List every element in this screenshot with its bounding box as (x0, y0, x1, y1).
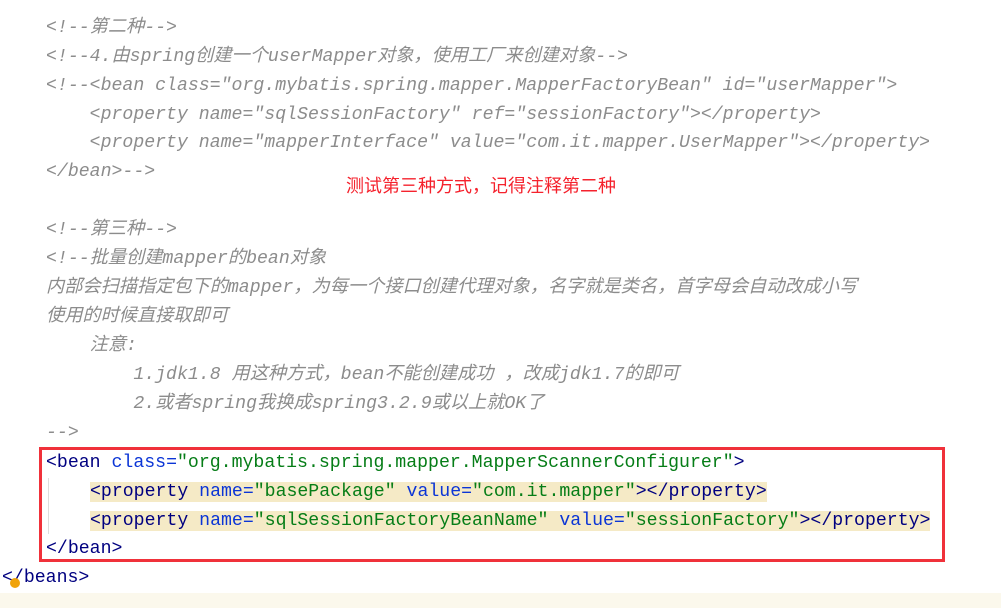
code-comment-line: <!--批量创建mapper的bean对象 (46, 249, 327, 269)
red-annotation: 测试第三种方式，记得注释第二种 (346, 176, 616, 197)
attr: name= (199, 482, 254, 502)
code-comment-line: <!--第二种--> (46, 18, 177, 38)
attr-value: "org.mybatis.spring.mapper.MapperScanner… (177, 453, 734, 473)
tag: ></property> (799, 511, 931, 531)
code-comment-line: <property name="mapperInterface" value="… (46, 133, 931, 153)
tag: <property (90, 511, 189, 531)
tag: <bean (46, 453, 101, 473)
attr: value= (406, 482, 473, 502)
code-comment-line: <!--第三种--> (46, 220, 177, 240)
code-comment-line: 2.或者spring我换成spring3.2.9或以上就OK了 (46, 394, 545, 414)
code-comment-line: <!--<bean class="org.mybatis.spring.mapp… (46, 76, 898, 96)
attr-value: "sessionFactory" (624, 511, 800, 531)
attr-value: "basePackage" (253, 482, 396, 502)
property-line: <property name="basePackage" value="com.… (90, 478, 767, 507)
bean-open-line: <bean class="org.mybatis.spring.mapper.M… (46, 449, 745, 478)
attr: value= (559, 511, 625, 531)
code-comment-line: 注意: (46, 336, 137, 356)
code-comment-line: --> (46, 423, 79, 443)
code-comment-line: <!--4.由spring创建一个userMapper对象，使用工厂来创建对象-… (46, 47, 629, 67)
attr: name= (199, 511, 254, 531)
tag: ></property> (635, 482, 767, 502)
lightbulb-icon[interactable] (10, 578, 20, 588)
code-comment-line: 1.jdk1.8 用这种方式，bean不能创建成功 ，改成jdk1.7的即可 (46, 365, 679, 385)
property-line: <property name="sqlSessionFactoryBeanNam… (90, 507, 931, 536)
attr: class= (111, 453, 178, 473)
bean-close-line: </bean> (46, 539, 123, 559)
indent-guide (48, 478, 49, 534)
current-line-highlight (0, 593, 1001, 608)
attr-value: "sqlSessionFactoryBeanName" (253, 511, 549, 531)
tag: <property (90, 482, 189, 502)
code-comment-line: <property name="sqlSessionFactory" ref="… (46, 105, 821, 125)
code-comment-line: </bean>--> (46, 162, 156, 182)
code-comment-line: 使用的时候直接取即可 (46, 307, 228, 327)
tag: > (733, 453, 745, 473)
code-comment-line: 内部会扫描指定包下的mapper，为每一个接口创建代理对象，名字就是类名，首字母… (46, 278, 858, 298)
attr-value: "com.it.mapper" (472, 482, 636, 502)
